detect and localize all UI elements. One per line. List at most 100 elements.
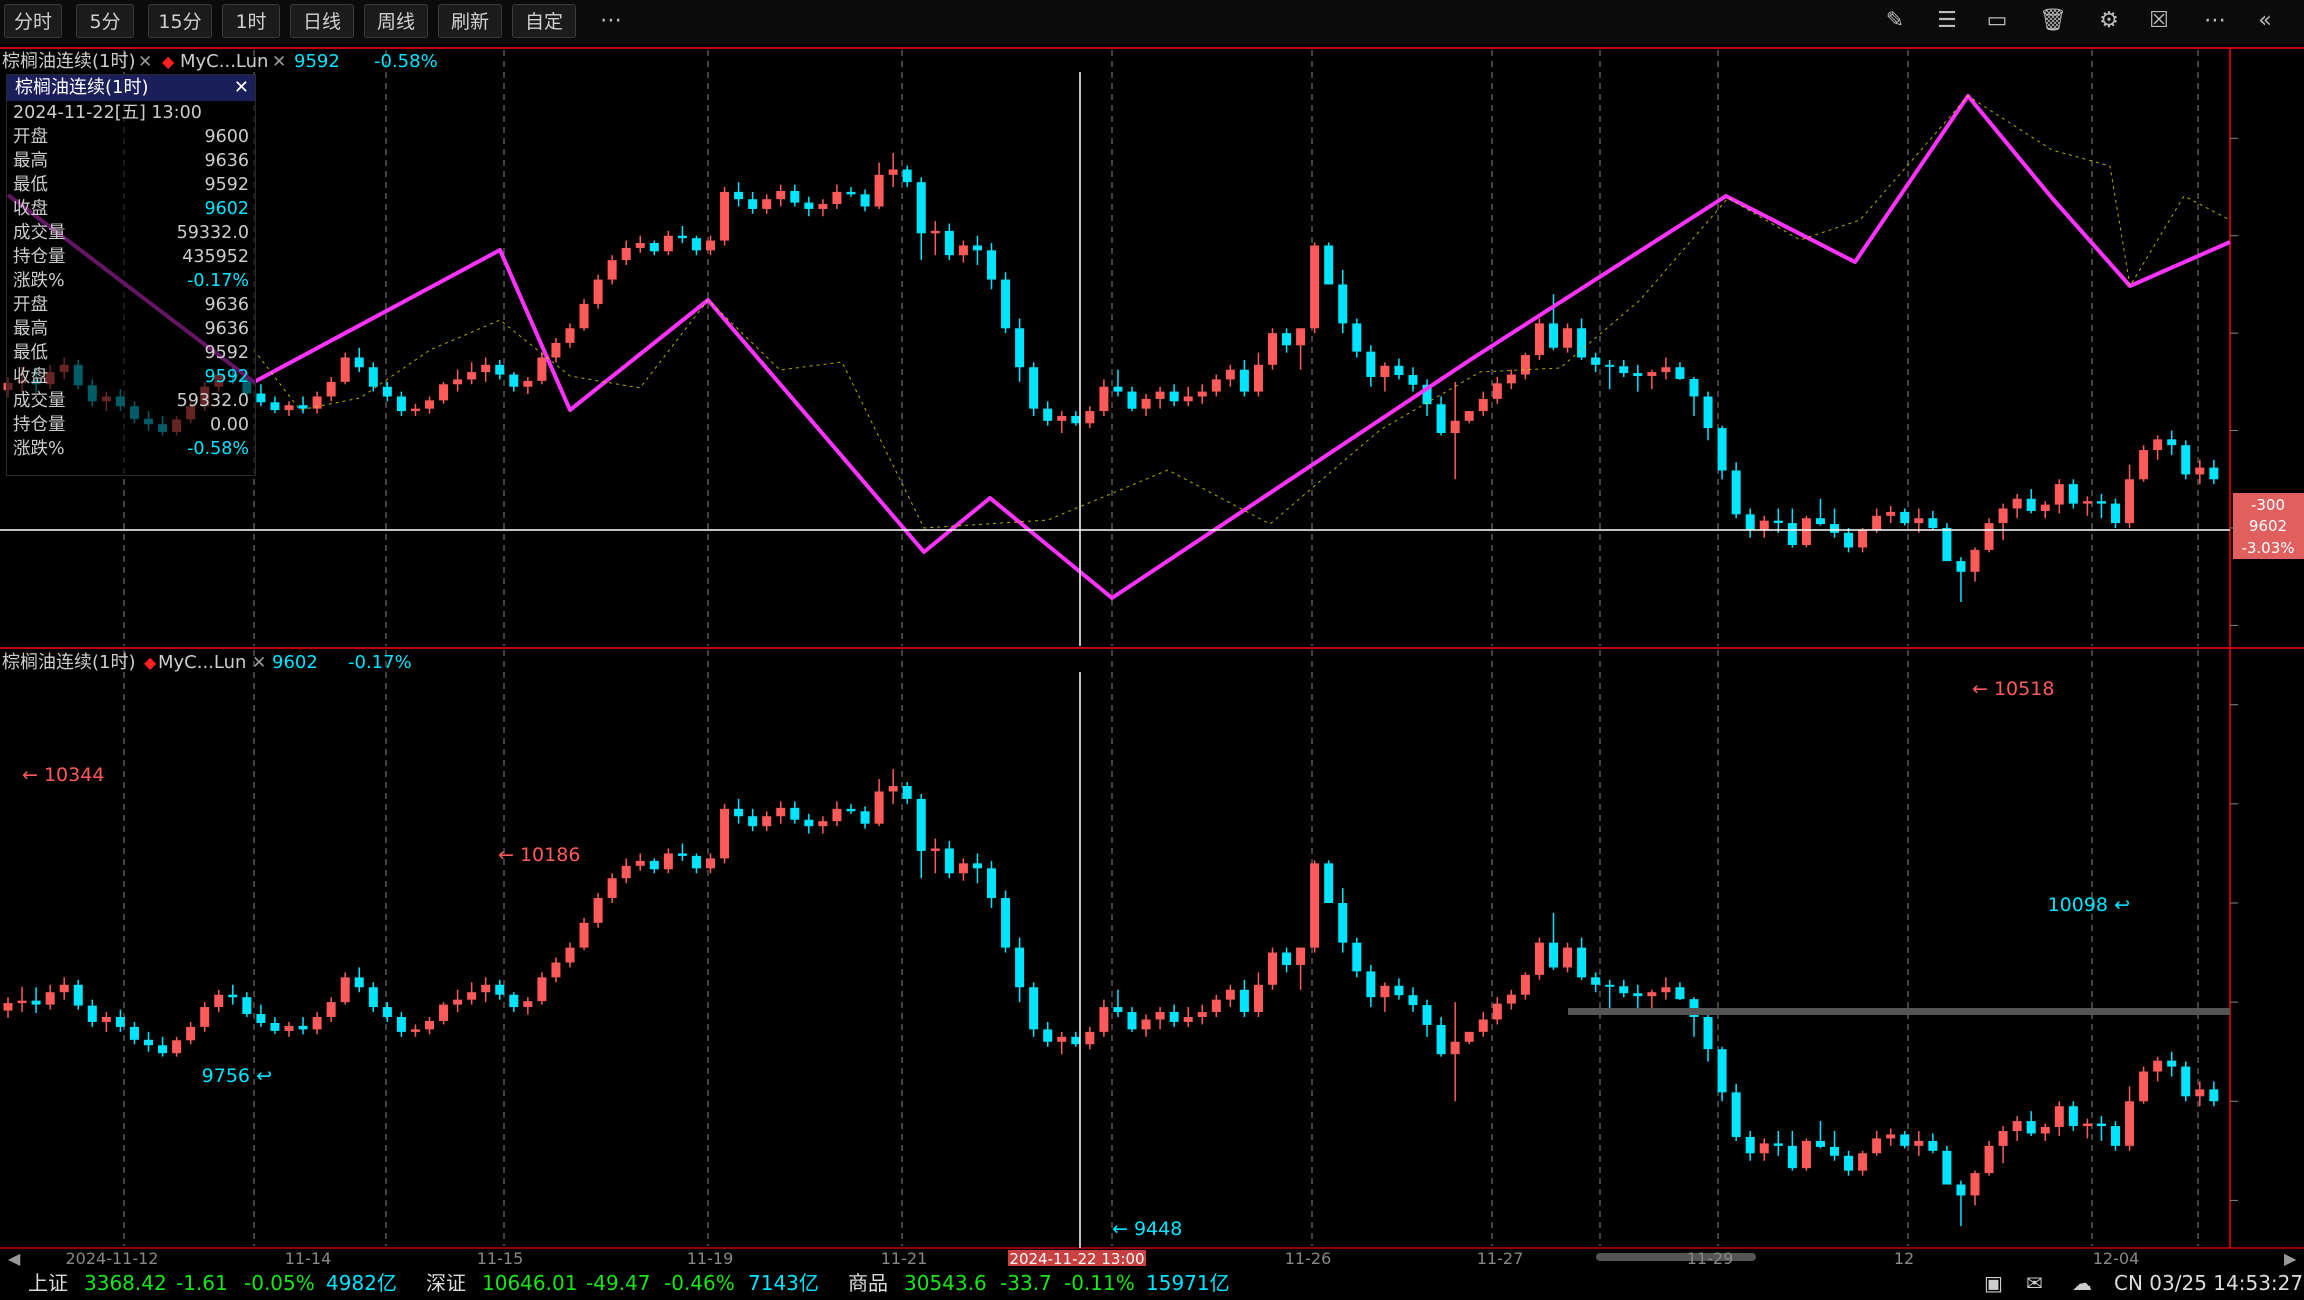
annotation-arrow-icon: ← bbox=[1112, 1218, 1134, 1240]
candle-body bbox=[1703, 396, 1713, 429]
info-row-value: 9592 bbox=[204, 367, 249, 387]
candle-body bbox=[972, 863, 982, 869]
info-row: 最高 9636 bbox=[13, 317, 249, 341]
candle-body bbox=[2209, 1089, 2219, 1102]
candle-body bbox=[1155, 391, 1165, 399]
market-name: 深证 bbox=[426, 1271, 466, 1295]
candle-body bbox=[1549, 323, 1558, 348]
info-row-label: 持仓量 bbox=[13, 247, 66, 267]
candle-body bbox=[1815, 518, 1825, 525]
candle-body bbox=[115, 1017, 125, 1027]
info-close-icon[interactable]: ✕ bbox=[234, 77, 249, 98]
date-tick: 11-14 bbox=[285, 1249, 332, 1266]
candle-body bbox=[2012, 1121, 2022, 1131]
clipboard-icon[interactable]: ▣ bbox=[1984, 1266, 2003, 1300]
candle-body bbox=[1886, 1134, 1896, 1139]
candle-body bbox=[45, 992, 55, 1005]
info-row: 收盘 9592 bbox=[13, 365, 249, 389]
lower-change: -0.17% bbox=[348, 652, 412, 673]
cloud-icon[interactable]: ☁ bbox=[2072, 1266, 2092, 1300]
candle-body bbox=[1591, 357, 1601, 365]
support-zone-bar bbox=[1568, 1008, 2230, 1015]
info-row-label: 收盘 bbox=[13, 367, 48, 387]
candle-body bbox=[1844, 532, 1854, 548]
candle-body bbox=[776, 807, 786, 817]
candle-body bbox=[1577, 328, 1587, 358]
candle-body bbox=[944, 230, 954, 256]
candle-body bbox=[846, 808, 856, 812]
candle-body bbox=[2139, 450, 2149, 480]
candle-body bbox=[551, 342, 561, 358]
candle-body bbox=[916, 182, 926, 234]
candle-body bbox=[1773, 520, 1783, 524]
candle-body bbox=[2209, 467, 2219, 480]
candle-body bbox=[1647, 372, 1657, 377]
candle-body bbox=[1282, 333, 1292, 346]
candle-body bbox=[1408, 995, 1418, 1006]
candle-body bbox=[481, 984, 491, 993]
price-axes bbox=[2230, 137, 2238, 1201]
candle-body bbox=[1211, 379, 1221, 392]
candle-body bbox=[1268, 952, 1277, 985]
bar-info-panel: 棕榈油连续(1时) ✕ 2024-11-22[五] 13:00 开盘 9600 最高… bbox=[6, 74, 256, 476]
candle-body bbox=[1338, 903, 1348, 943]
candle-body bbox=[1506, 374, 1516, 384]
candle-body bbox=[930, 230, 940, 234]
candle-body bbox=[1900, 511, 1910, 524]
candle-body bbox=[762, 816, 772, 827]
candle-body bbox=[101, 1017, 111, 1022]
candle-body bbox=[1534, 942, 1544, 975]
candle-body bbox=[1956, 561, 1966, 572]
info-row-label: 涨跌% bbox=[13, 439, 65, 459]
candle-body bbox=[720, 191, 730, 241]
candle-body bbox=[1450, 1041, 1460, 1055]
candle-body bbox=[1352, 942, 1362, 972]
scroll-left-icon[interactable]: ◀ bbox=[8, 1249, 21, 1266]
scroll-right-icon[interactable]: ▶ bbox=[2284, 1249, 2297, 1266]
annotation-arrow-icon: ← bbox=[498, 844, 520, 866]
candle-body bbox=[1731, 1092, 1741, 1137]
candle-body bbox=[635, 860, 645, 866]
info-row: 最高 9636 bbox=[13, 149, 249, 173]
candle-body bbox=[1956, 1184, 1966, 1196]
candle-body bbox=[17, 1000, 27, 1004]
lower-indicator-close-icon[interactable]: ✕ bbox=[252, 653, 266, 673]
candle-body bbox=[1731, 470, 1741, 515]
candle-body bbox=[2054, 1106, 2064, 1128]
market-price: 10646.01 bbox=[482, 1271, 578, 1295]
info-row-label: 涨跌% bbox=[13, 271, 65, 291]
candle-body bbox=[1661, 987, 1671, 993]
candle-body bbox=[1591, 977, 1601, 985]
upper-close-icon[interactable]: ✕ bbox=[138, 52, 152, 72]
candle-body bbox=[1830, 1146, 1839, 1156]
candle-body bbox=[2181, 1066, 2191, 1097]
message-icon[interactable]: ✉ bbox=[2026, 1266, 2043, 1300]
annotation-arrow-icon: ← bbox=[22, 764, 44, 786]
guide-dotted-line bbox=[253, 95, 2231, 529]
candle-body bbox=[1942, 1150, 1952, 1185]
candle-body bbox=[396, 1017, 406, 1032]
candle-body bbox=[1324, 245, 1334, 285]
candle-body bbox=[495, 984, 505, 995]
candle-body bbox=[888, 786, 898, 792]
market-name: 商品 bbox=[848, 1271, 888, 1295]
candle-body bbox=[326, 381, 336, 397]
candle-body bbox=[1534, 323, 1544, 356]
status-bar: 上证 3368.42 -1.61 -0.05% 4982亿 深证 10646.0… bbox=[0, 1266, 2304, 1300]
candle-body bbox=[1141, 1019, 1151, 1030]
info-row-value: 435952 bbox=[182, 247, 249, 267]
candle-body bbox=[453, 999, 463, 1005]
candle-body bbox=[1197, 391, 1207, 397]
date-axis: ◀ ▶ 2024-11-12 11-14 11-15 11-19 11-21 2… bbox=[8, 1249, 2297, 1266]
candle-body bbox=[1858, 1153, 1868, 1171]
upper-change: -0.58% bbox=[374, 51, 438, 72]
candle-body bbox=[186, 1026, 196, 1041]
candle-body bbox=[1675, 987, 1685, 1000]
upper-indicator-close-icon[interactable]: ✕ bbox=[272, 52, 286, 72]
candle-body bbox=[776, 190, 786, 200]
candle-body bbox=[256, 1014, 266, 1023]
candle-body bbox=[1057, 415, 1067, 421]
candle-body bbox=[340, 977, 350, 1003]
kline-chart[interactable]: ← 10344← 101869756 ↩← 9448← 1051810098 ↩… bbox=[0, 0, 2304, 1266]
info-row: 涨跌% -0.17% bbox=[13, 269, 249, 293]
